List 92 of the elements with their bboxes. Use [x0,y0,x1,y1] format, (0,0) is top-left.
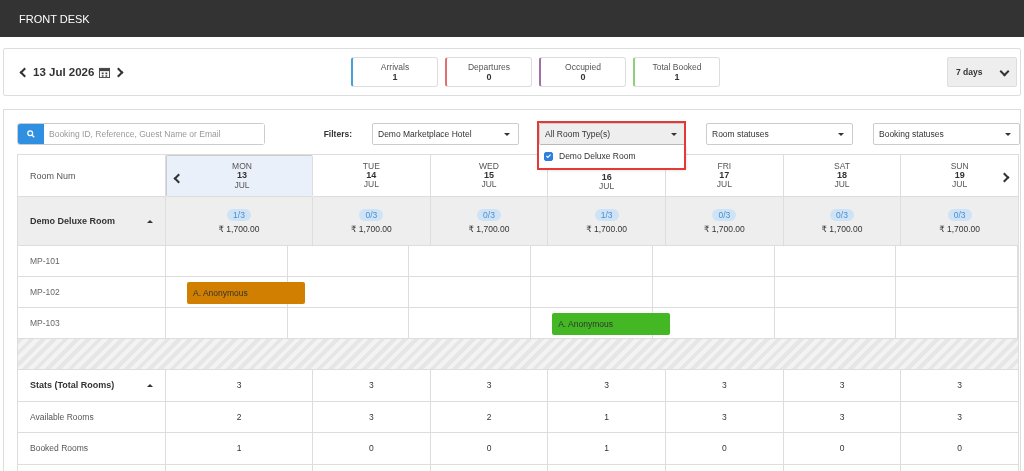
stat-value: 3 [548,370,666,402]
filter-select[interactable]: Room statuses [706,122,853,145]
counter-label: Departures [467,62,511,72]
day-number: 16 [601,172,612,183]
stat-value: 3 [666,370,784,402]
search-icon [27,129,35,138]
range-select[interactable]: 7 days [947,57,1017,87]
day-number: 14 [366,170,377,181]
room-number: MP-102 [18,277,166,308]
room-type-cell[interactable]: Demo Deluxe Room [18,197,166,246]
calendar-icon[interactable] [99,66,111,78]
day-number: 13 [237,171,247,181]
booking-bar[interactable]: A. Anonymous [187,282,305,304]
availability-count: 0/3 [359,208,384,221]
month-label: JUL [834,180,850,190]
month-label: JUL [716,180,732,190]
counter-label: Occupied [565,62,601,72]
day-number: 18 [837,170,847,181]
stat-value: 3 [313,401,431,433]
day-number: 19 [954,170,965,181]
booking-bar[interactable]: A. Anonymous [552,313,671,335]
availability-count: 1/3 [227,208,251,221]
menu-option[interactable]: Demo Deluxe Room [544,151,636,161]
filter-select[interactable]: Booking statuses [873,122,1020,145]
stat-value: 1 [548,401,666,433]
filter-select[interactable]: Demo Marketplace Hotel [372,122,519,145]
counter-label: Total Booked [652,62,702,72]
stat-value: 0 [783,433,902,465]
stat-value: 0 [666,433,784,465]
availability-count: 0/3 [712,208,737,221]
month-label: JUL [599,182,615,191]
room-price: ₹ 1,700.00 [350,223,392,234]
availability-count: 0/3 [477,208,501,221]
month-label: JUL [952,180,968,190]
option-label: Demo Deluxe Room [559,151,636,161]
stat-value: 0 [313,433,431,465]
month-label: JUL [234,180,250,190]
day-name: TUE [362,161,380,171]
caret-icon[interactable] [147,383,153,387]
search-button[interactable] [18,123,44,144]
room-price: ₹ 1,700.00 [586,223,628,234]
search-field[interactable]: Booking ID, Reference, Guest Name or Email [17,122,265,145]
filters-label: Filters: [323,128,352,139]
page-title: FRONT DESK [19,12,90,25]
room-price: ₹ 1,700.00 [703,223,745,234]
counter-value: 0 [580,72,586,82]
room-price: ₹ 1,700.00 [468,223,510,234]
availability-count: 1/3 [594,208,619,221]
day-name: SUN [950,161,969,171]
stat-value: 1 [548,433,666,465]
stat-label: Booked Rooms [18,433,166,465]
stat-value: 2 [430,401,549,433]
stat-value: 3 [313,370,431,402]
day-number: 17 [719,170,730,181]
room-number: MP-101 [18,246,166,277]
counter-label: Arrivals [380,62,410,72]
day-name: WED [479,161,499,171]
stat-value: 3 [783,401,902,433]
room-type-name: Demo Deluxe Room [30,216,116,226]
current-date: 13 Jul 2026 [33,66,95,78]
room-price: ₹ 1,700.00 [939,223,981,234]
filter-select[interactable]: All Room Type(s) [539,122,686,145]
stat-value: 3 [901,370,1019,402]
room-price: ₹ 1,700.00 [218,223,260,234]
stat-label: Available Rooms [18,401,166,433]
month-label: JUL [363,180,379,190]
room-price: ₹ 1,700.00 [821,223,863,234]
stats-title: Stats (Total Rooms) [30,380,115,391]
counter-value: 0 [486,72,492,82]
day-name: FRI [717,161,732,171]
counter-value: 1 [392,72,398,82]
stat-value: 3 [430,370,549,402]
stat-value: 0 [901,433,1019,465]
stat-value: 3 [901,401,1019,433]
caret-icon[interactable] [147,219,153,223]
stat-value: 1 [166,433,313,465]
room-timeline-row[interactable]: A. Anonymous [166,277,1019,308]
availability-count: 0/3 [947,208,972,221]
month-label: JUL [481,180,497,190]
stat-value: 3 [166,370,313,402]
counter-value: 1 [674,72,680,82]
stat-value: 3 [783,370,902,402]
day-number: 15 [484,170,494,181]
checkbox[interactable] [544,151,553,161]
availability-count: 0/3 [830,208,854,221]
day-name: MON [232,162,252,172]
stat-value: 2 [166,401,313,433]
room-timeline-row[interactable]: A. Anonymous [166,308,1019,339]
day-name: SAT [834,161,850,171]
stats-header[interactable]: Stats (Total Rooms) [18,370,166,402]
stat-value: 3 [666,401,784,433]
stat-value: 0 [430,433,549,465]
